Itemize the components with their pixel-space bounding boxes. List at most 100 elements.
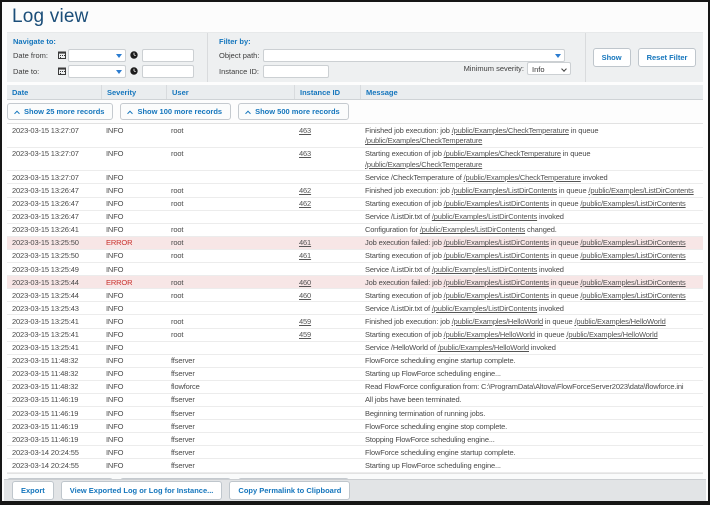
path-link[interactable]: /public/Examples/HelloWorld	[566, 330, 657, 339]
path-link[interactable]: /public/Examples/ListDirContents	[452, 186, 557, 195]
instance-id-link[interactable]: 459	[299, 317, 311, 326]
log-message: All jobs have been terminated.	[360, 394, 703, 406]
log-user: root	[166, 250, 294, 262]
clock-icon[interactable]	[129, 50, 139, 60]
path-link[interactable]: /public/Examples/HelloWorld	[438, 343, 529, 352]
path-link[interactable]: /public/Examples/ListDirContents	[432, 265, 537, 274]
instance-id-link[interactable]: 463	[299, 126, 311, 135]
path-link[interactable]: /public/Examples/ListDirContents	[444, 199, 549, 208]
path-link[interactable]: /public/Examples/HelloWorld	[444, 330, 535, 339]
instance-id-link[interactable]: 461	[299, 251, 311, 260]
minimum-severity-select[interactable]: Info	[527, 62, 571, 75]
path-link[interactable]: /public/Examples/ListDirContents	[444, 251, 549, 260]
instance-id-input[interactable]	[263, 65, 329, 78]
table-row: 2023-03-15 13:26:47INFOService /ListDir.…	[7, 211, 703, 224]
log-instance	[294, 433, 360, 445]
message-text: FlowForce scheduling engine startup comp…	[365, 448, 515, 457]
time-from-input[interactable]	[142, 49, 194, 62]
log-severity: INFO	[101, 315, 166, 327]
path-link[interactable]: /public/Examples/ListDirContents	[580, 291, 685, 300]
column-header-date: Date	[7, 85, 101, 99]
message-text: Service /ListDir.txt of	[365, 304, 432, 313]
log-date: 2023-03-15 11:46:19	[7, 433, 101, 445]
log-message: Finished job execution: job /public/Exam…	[360, 184, 703, 196]
log-user: ffserver	[166, 433, 294, 445]
log-instance	[294, 446, 360, 458]
minimum-severity-value: Info	[532, 65, 545, 74]
instance-id-link[interactable]: 462	[299, 199, 311, 208]
path-link[interactable]: /public/Examples/ListDirContents	[588, 186, 693, 195]
date-to-select[interactable]	[68, 65, 126, 78]
path-link[interactable]: /public/Examples/ListDirContents	[580, 251, 685, 260]
path-link[interactable]: /public/Examples/ListDirContents	[432, 304, 537, 313]
log-instance	[294, 302, 360, 314]
log-message: Starting execution of job /public/Exampl…	[360, 250, 703, 262]
export-button[interactable]: Export	[12, 481, 54, 500]
filter-by-panel: Filter by: Object path: Instance ID: Min…	[208, 33, 586, 82]
log-date: 2023-03-14 20:24:55	[7, 446, 101, 458]
log-instance: 461	[294, 237, 360, 249]
path-link[interactable]: /public/Examples/ListDirContents	[580, 199, 685, 208]
log-user	[166, 171, 294, 183]
date-from-select[interactable]	[68, 49, 126, 62]
path-link[interactable]: /public/Examples/CheckTemperature	[365, 160, 482, 169]
path-link[interactable]: /public/Examples/ListDirContents	[580, 278, 685, 287]
path-link[interactable]: /public/Examples/ListDirContents	[420, 225, 525, 234]
log-user: root	[166, 237, 294, 249]
show-more-button[interactable]: Show 100 more records	[120, 103, 231, 120]
show-more-button[interactable]: Show 500 more records	[238, 103, 349, 120]
table-row: 2023-03-15 11:46:19INFOffserverStopping …	[7, 433, 703, 446]
column-header-message: Message	[360, 85, 703, 99]
chevron-up-icon	[128, 110, 134, 116]
path-link[interactable]: /public/Examples/ListDirContents	[444, 238, 549, 247]
instance-id-link[interactable]: 461	[299, 238, 311, 247]
instance-id-link[interactable]: 462	[299, 186, 311, 195]
table-row: 2023-03-15 13:25:43INFOService /ListDir.…	[7, 302, 703, 315]
minimum-severity-label: Minimum severity:	[464, 64, 524, 73]
copy-permalink-button[interactable]: Copy Permalink to Clipboard	[229, 481, 350, 500]
chevron-up-icon	[14, 110, 20, 116]
calendar-icon[interactable]	[57, 50, 67, 60]
calendar-icon[interactable]	[57, 66, 67, 76]
path-link[interactable]: /public/Examples/HelloWorld	[452, 317, 543, 326]
instance-id-link[interactable]: 459	[299, 330, 311, 339]
path-link[interactable]: /public/Examples/ListDirContents	[444, 278, 549, 287]
log-date: 2023-03-15 11:46:19	[7, 420, 101, 432]
view-exported-log-button[interactable]: View Exported Log or Log for Instance...	[61, 481, 223, 500]
log-date: 2023-03-15 13:25:44	[7, 289, 101, 301]
log-severity: INFO	[101, 433, 166, 445]
filter-toolbar: Navigate to: Date from: Date to:	[7, 32, 703, 82]
log-message: Job execution failed: job /public/Exampl…	[360, 276, 703, 288]
path-link[interactable]: /public/Examples/ListDirContents	[580, 238, 685, 247]
show-button[interactable]: Show	[593, 48, 631, 67]
instance-id-link[interactable]: 460	[299, 278, 311, 287]
object-path-combobox[interactable]	[263, 49, 565, 62]
show-more-label: Show 25 more records	[24, 107, 104, 116]
log-user: root	[166, 148, 294, 171]
log-table: DateSeverityUserInstance IDMessage Show …	[7, 85, 703, 499]
path-link[interactable]: /public/Examples/CheckTemperature	[452, 126, 569, 135]
log-severity: INFO	[101, 368, 166, 380]
show-more-button[interactable]: Show 25 more records	[7, 103, 113, 120]
path-link[interactable]: /public/Examples/CheckTemperature	[464, 173, 581, 182]
path-link[interactable]: /public/Examples/CheckTemperature	[444, 149, 561, 158]
instance-id-link[interactable]: 463	[299, 149, 311, 158]
table-header-row: DateSeverityUserInstance IDMessage	[7, 85, 703, 100]
log-instance: 461	[294, 250, 360, 262]
path-link[interactable]: /public/Examples/ListDirContents	[444, 291, 549, 300]
message-text: in queue	[549, 278, 580, 287]
time-to-input[interactable]	[142, 65, 194, 78]
log-user: root	[166, 224, 294, 236]
instance-id-link[interactable]: 460	[299, 291, 311, 300]
path-link[interactable]: /public/Examples/CheckTemperature	[365, 136, 482, 145]
reset-filter-button[interactable]: Reset Filter	[638, 48, 697, 67]
path-link[interactable]: /public/Examples/ListDirContents	[432, 212, 537, 221]
log-severity: INFO	[101, 171, 166, 183]
log-severity: INFO	[101, 198, 166, 210]
log-user: root	[166, 315, 294, 327]
path-link[interactable]: /public/Examples/HelloWorld	[574, 317, 665, 326]
log-severity: INFO	[101, 263, 166, 275]
log-instance: 460	[294, 276, 360, 288]
table-row: 2023-03-15 13:25:50ERRORroot461Job execu…	[7, 237, 703, 250]
clock-icon[interactable]	[129, 66, 139, 76]
